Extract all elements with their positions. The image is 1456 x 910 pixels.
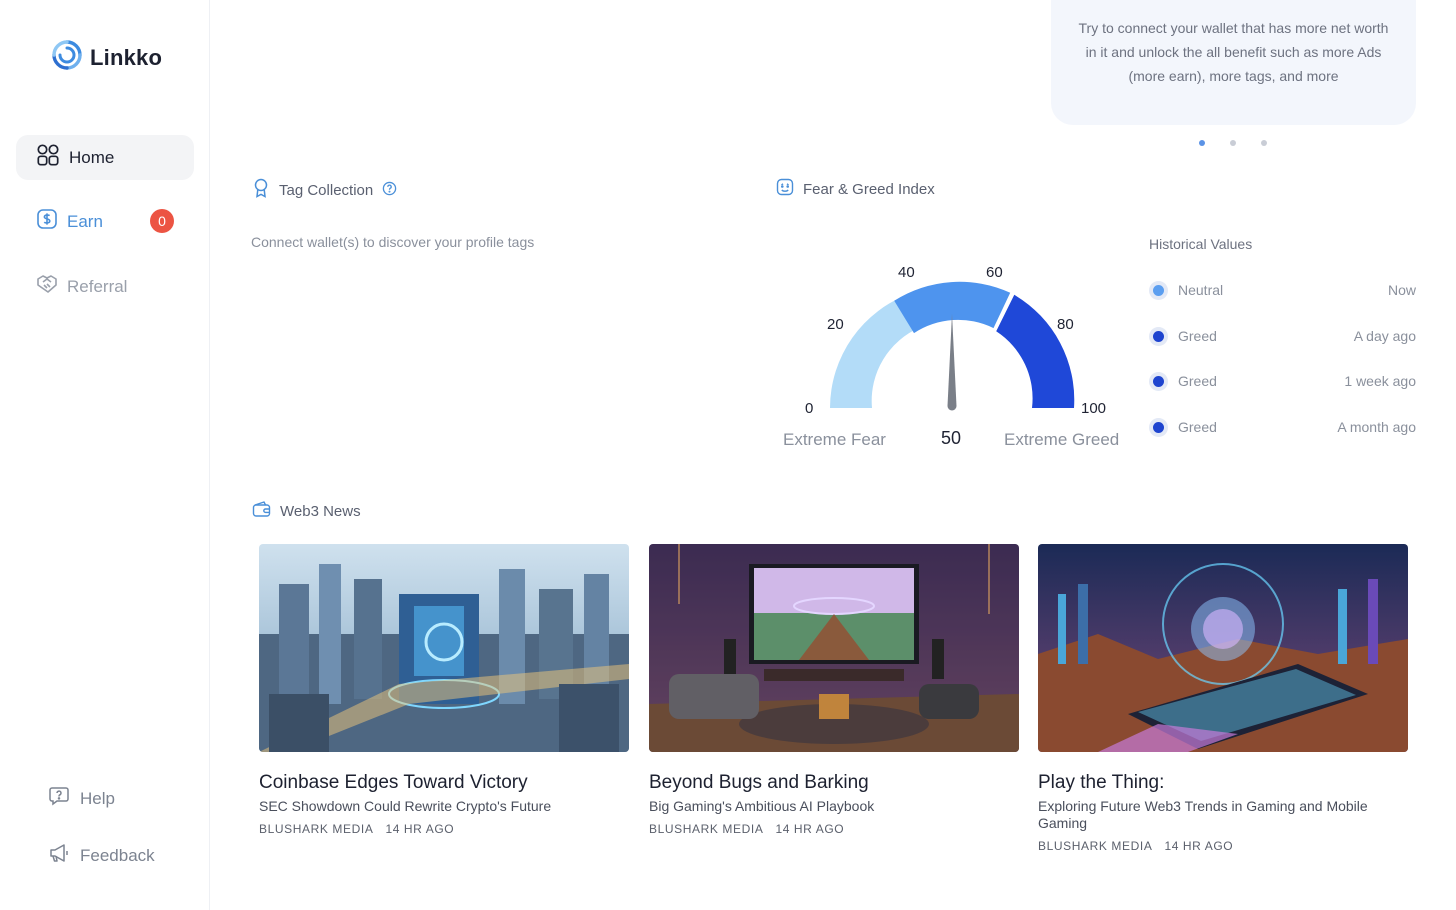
web3-news-header: Web3 News [252, 500, 361, 522]
fear-greed-title: Fear & Greed Index [803, 180, 935, 198]
historical-label: Neutral [1178, 282, 1224, 298]
news-title[interactable]: Coinbase Edges Toward Victory [259, 772, 629, 794]
sidebar-item-home[interactable]: Home [16, 135, 194, 180]
historical-label: Greed [1178, 328, 1217, 344]
news-meta: BLUSHARK MEDIA 14 HR AGO [1038, 839, 1408, 853]
status-dot [1149, 371, 1168, 391]
help-button[interactable]: Help [48, 785, 115, 812]
carousel-dot[interactable] [1230, 140, 1236, 146]
gaming-room-image [649, 544, 1019, 752]
news-title[interactable]: Play the Thing: [1038, 772, 1408, 794]
help-chat-icon [48, 785, 70, 812]
gauge-needle [947, 314, 957, 411]
sidebar-item-label: Earn [67, 211, 103, 231]
historical-time: 1 week ago [1344, 373, 1416, 389]
promo-card: Try to connect your wallet that has more… [1051, 0, 1416, 125]
news-time: 14 HR AGO [1164, 839, 1234, 853]
fear-greed-gauge: 0 20 40 60 80 100 Extreme Fear 50 Extrem… [770, 255, 1140, 455]
news-source: BLUSHARK MEDIA [259, 822, 374, 836]
historical-label: Greed [1178, 373, 1217, 389]
sidebar-item-label: Referral [67, 276, 128, 296]
gauge-value: 50 [941, 428, 962, 448]
historical-row: Neutral Now [1149, 278, 1416, 302]
news-subtitle: Big Gaming's Ambitious AI Playbook [649, 798, 875, 814]
gauge-tick-80: 80 [1057, 316, 1074, 333]
news-source: BLUSHARK MEDIA [649, 822, 764, 836]
news-time: 14 HR AGO [385, 822, 455, 836]
tag-collection-header: Tag Collection [252, 178, 397, 202]
news-source: BLUSHARK MEDIA [1038, 839, 1153, 853]
historical-time: A day ago [1353, 328, 1416, 344]
historical-row: Greed A day ago [1149, 324, 1416, 348]
gauge-tick-20: 20 [827, 316, 844, 333]
historical-time: Now [1387, 282, 1416, 298]
gauge-tick-40: 40 [898, 264, 915, 281]
sidebar-item-referral[interactable]: Referral [16, 264, 194, 309]
gauge-segment-greed [996, 294, 1075, 408]
carousel-dots [1199, 140, 1267, 146]
news-title[interactable]: Beyond Bugs and Barking [649, 772, 1019, 794]
emoji-face-icon [776, 178, 794, 200]
gauge-tick-0: 0 [805, 400, 814, 417]
promo-text: Try to connect your wallet that has more… [1078, 20, 1389, 84]
earn-count-badge: 0 [150, 209, 174, 233]
grid-icon [36, 143, 60, 172]
brand-name: Linkko [90, 44, 163, 70]
historical-values-title: Historical Values [1149, 236, 1253, 252]
wallet-icon [252, 500, 271, 522]
historical-row: Greed A month ago [1149, 415, 1416, 439]
news-meta: BLUSHARK MEDIA 14 HR AGO [259, 822, 629, 836]
feedback-label: Feedback [80, 845, 155, 865]
handshake-icon [36, 273, 58, 300]
historical-time: A month ago [1337, 419, 1416, 435]
status-dot [1149, 326, 1168, 346]
tag-empty-text: Connect wallet(s) to discover your profi… [251, 234, 535, 250]
sidebar: Linkko Home Earn 0 Referral Help Feedbac… [0, 0, 210, 910]
linkko-logo-icon [50, 38, 84, 77]
web3-news-title: Web3 News [280, 502, 361, 520]
news-card[interactable]: Play the Thing: Exploring Future Web3 Tr… [1038, 544, 1408, 853]
gauge-tick-60: 60 [986, 264, 1003, 281]
news-meta: BLUSHARK MEDIA 14 HR AGO [649, 822, 1019, 836]
city-crypto-image [259, 544, 629, 752]
news-card[interactable]: Beyond Bugs and Barking Big Gaming's Amb… [649, 544, 1019, 836]
carousel-dot[interactable] [1261, 140, 1267, 146]
news-subtitle: Exploring Future Web3 Trends in Gaming a… [1038, 798, 1368, 831]
sidebar-item-earn[interactable]: Earn 0 [16, 199, 194, 244]
mobile-gaming-image [1038, 544, 1408, 752]
brand-logo[interactable]: Linkko [50, 38, 162, 77]
news-time: 14 HR AGO [775, 822, 845, 836]
carousel-dot[interactable] [1199, 140, 1205, 146]
gauge-tick-100: 100 [1081, 400, 1107, 417]
news-card[interactable]: Coinbase Edges Toward Victory SEC Showdo… [259, 544, 629, 836]
sidebar-item-label: Home [69, 147, 115, 167]
award-ribbon-icon [252, 178, 270, 202]
help-label: Help [80, 788, 115, 808]
megaphone-icon [48, 842, 70, 869]
question-circle-icon[interactable] [382, 181, 397, 200]
fear-greed-header: Fear & Greed Index [776, 178, 935, 200]
historical-label: Greed [1178, 419, 1217, 435]
tag-collection-title: Tag Collection [279, 181, 374, 199]
extreme-fear-label: Extreme Fear [783, 430, 886, 449]
status-dot [1149, 280, 1168, 300]
news-subtitle: SEC Showdown Could Rewrite Crypto's Futu… [259, 798, 552, 814]
historical-row: Greed 1 week ago [1149, 369, 1416, 393]
dollar-icon [36, 208, 58, 235]
status-dot [1149, 417, 1168, 437]
feedback-button[interactable]: Feedback [48, 842, 155, 869]
extreme-greed-label: Extreme Greed [1004, 430, 1120, 449]
